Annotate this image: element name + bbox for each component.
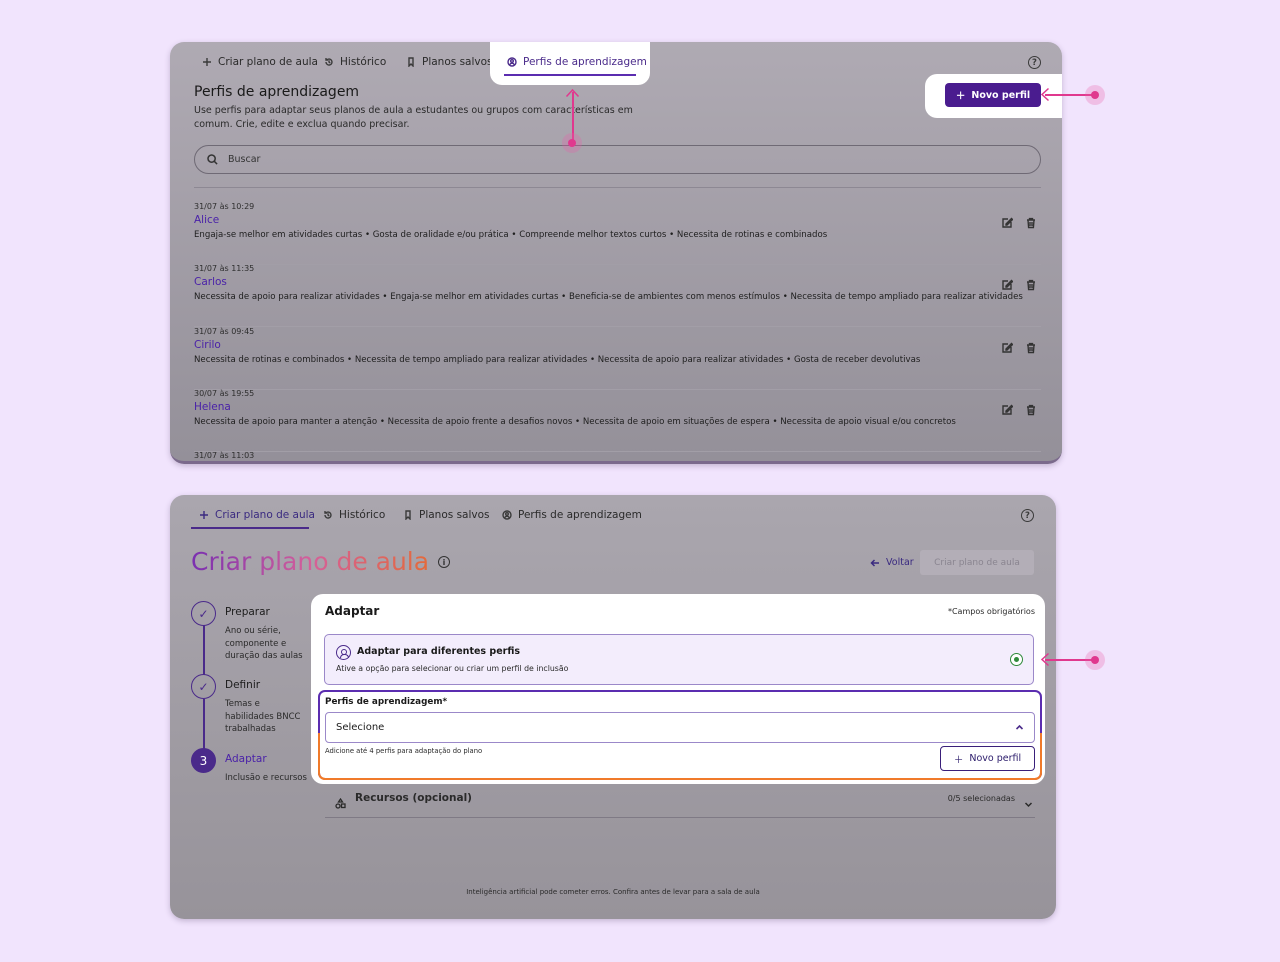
history-icon xyxy=(324,511,332,519)
page-title: Criar plano de aula xyxy=(191,547,430,576)
profile-name[interactable]: Helena xyxy=(194,401,231,413)
shapes-icon xyxy=(335,794,346,809)
edit-icon[interactable] xyxy=(1001,214,1014,228)
new-profile-button[interactable]: ＋ Novo perfil xyxy=(945,83,1041,107)
back-button[interactable]: Voltar xyxy=(870,557,914,568)
table-row[interactable]: 31/07 às 11:03 xyxy=(194,451,1041,461)
edit-icon[interactable] xyxy=(1001,401,1014,415)
history-icon xyxy=(325,58,333,66)
profile-name[interactable]: Alice xyxy=(194,214,219,226)
check-icon: ✓ xyxy=(191,601,216,626)
table-row[interactable]: 31/07 às 09:45 Cirilo Necessita de rotin… xyxy=(194,327,1041,390)
profiles-field-group: Perfis de aprendizagem* Selecione Adicio… xyxy=(318,690,1042,780)
user-circle-icon xyxy=(507,57,517,67)
user-circle-icon xyxy=(502,510,512,520)
edit-icon[interactable] xyxy=(1001,339,1014,353)
callout-dot xyxy=(562,133,582,153)
adapt-profiles-radio[interactable] xyxy=(1010,653,1023,666)
adapt-profiles-option[interactable]: Adaptar para diferentes perfis Ative a o… xyxy=(324,634,1034,685)
trash-icon[interactable] xyxy=(1025,339,1037,354)
tab-learning-profiles[interactable]: Perfis de aprendizagem xyxy=(502,509,642,521)
tab-history[interactable]: Histórico xyxy=(323,509,385,521)
help-icon[interactable]: ? xyxy=(1021,509,1034,522)
search-input[interactable]: Buscar xyxy=(194,145,1041,174)
table-row[interactable]: 31/07 às 11:35 Carlos Necessita de apoio… xyxy=(194,264,1041,327)
trash-icon[interactable] xyxy=(1025,276,1037,291)
table-row[interactable]: 30/07 às 19:55 Helena Necessita de apoio… xyxy=(194,389,1041,452)
tab-saved-plans[interactable]: Planos salvos xyxy=(406,56,493,68)
plus-icon xyxy=(203,58,211,66)
callout-dot xyxy=(1085,85,1105,105)
profile-name[interactable]: Carlos xyxy=(194,276,227,288)
ai-disclaimer: Inteligência artificial pode cometer err… xyxy=(466,888,760,896)
tab-saved-plans[interactable]: Planos salvos xyxy=(403,509,490,521)
trash-icon[interactable] xyxy=(1025,214,1037,229)
stepper-line xyxy=(203,699,205,749)
tab-history[interactable]: Histórico xyxy=(324,56,386,68)
help-icon[interactable]: ? xyxy=(1028,56,1041,69)
search-icon xyxy=(207,154,218,165)
profiles-label: Perfis de aprendizagem* xyxy=(325,697,448,707)
info-icon[interactable]: i xyxy=(438,556,450,568)
chevron-up-icon xyxy=(1015,723,1024,732)
stepper-line xyxy=(203,625,205,675)
new-profile-button[interactable]: ＋ Novo perfil xyxy=(940,746,1035,771)
search-placeholder: Buscar xyxy=(228,154,261,165)
section-title: Adaptar xyxy=(325,604,380,618)
arrow-left-icon xyxy=(1040,652,1050,667)
plus-icon: ＋ xyxy=(953,754,964,766)
tab-learning-profiles[interactable]: Perfis de aprendizagem xyxy=(490,42,650,85)
table-row[interactable]: 31/07 às 10:29 Alice Engaja-se melhor em… xyxy=(194,202,1041,265)
adapt-card: Adaptar *Campos obrigatórios Adaptar par… xyxy=(311,594,1045,784)
page-description: Use perfis para adaptar seus planos de a… xyxy=(194,105,633,130)
plus-icon xyxy=(200,511,208,519)
profile-name[interactable]: Cirilo xyxy=(194,339,221,351)
profiles-help-text: Adicione até 4 perfis para adaptação do … xyxy=(325,747,483,755)
arrow-left-icon xyxy=(870,558,879,567)
resources-accordion[interactable]: Recursos (opcional) 0/5 selecionadas xyxy=(325,792,1035,818)
bookmark-icon xyxy=(405,510,411,520)
chevron-down-icon xyxy=(1024,794,1033,808)
active-tab-indicator xyxy=(504,74,636,76)
arrow-left-icon xyxy=(1040,87,1050,102)
list-divider xyxy=(194,187,1041,188)
profiles-select[interactable]: Selecione xyxy=(325,712,1035,743)
step-number: 3 xyxy=(191,748,216,773)
active-tab-indicator xyxy=(191,527,309,529)
plus-icon: ＋ xyxy=(955,91,966,102)
trash-icon[interactable] xyxy=(1025,401,1037,416)
arrow-up-icon xyxy=(565,88,580,98)
page-title: Perfis de aprendizagem xyxy=(194,84,360,100)
edit-icon[interactable] xyxy=(1001,276,1014,290)
tab-create-plan[interactable]: Criar plano de aula xyxy=(202,56,318,68)
bookmark-icon xyxy=(408,57,414,67)
create-plan-button[interactable]: Criar plano de aula xyxy=(920,550,1034,575)
required-note: *Campos obrigatórios xyxy=(947,607,1035,616)
check-icon: ✓ xyxy=(191,674,216,699)
user-circle-icon xyxy=(336,645,351,660)
callout-dot xyxy=(1085,650,1105,670)
tab-create-plan[interactable]: Criar plano de aula xyxy=(199,509,315,521)
